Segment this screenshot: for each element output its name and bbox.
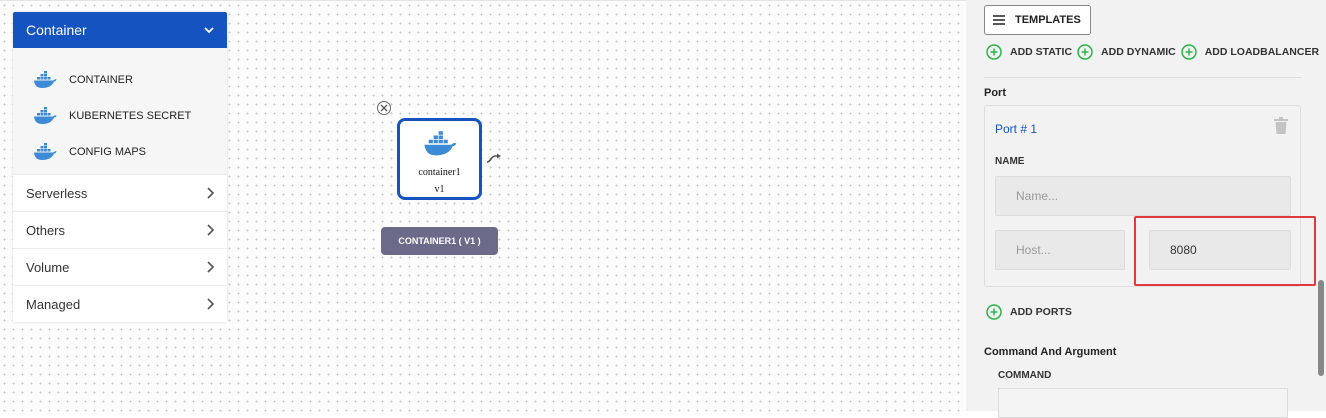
docker-icon: [423, 131, 456, 156]
close-icon: [380, 104, 388, 112]
palette-group-label: Volume: [26, 259, 70, 275]
plus-circle-icon: [986, 304, 1002, 320]
port-name-label: NAME: [995, 156, 1025, 167]
templates-label: TEMPLATES: [1015, 14, 1081, 26]
command-section-title: Command And Argument: [984, 346, 1117, 358]
chevron-right-icon: [207, 224, 215, 236]
chevron-right-icon: [207, 298, 215, 310]
command-label: COMMAND: [998, 370, 1052, 381]
docker-icon: [34, 107, 57, 124]
add-ports-label: ADD PORTS: [1010, 306, 1072, 318]
docker-icon: [34, 71, 57, 88]
add-loadbalancer-label: ADD LOADBALANCER: [1204, 46, 1320, 58]
node-label-badge: CONTAINER1 ( V1 ): [381, 227, 498, 255]
menu-icon: [993, 15, 1005, 25]
node-remove-button[interactable]: [377, 101, 391, 115]
chevron-right-icon: [207, 261, 215, 273]
templates-button[interactable]: TEMPLATES: [984, 5, 1091, 35]
chevron-right-icon: [207, 187, 215, 199]
chevron-down-icon: [203, 24, 215, 36]
palette-item-container[interactable]: CONTAINER: [13, 62, 227, 98]
add-static-label: ADD STATIC: [1010, 46, 1073, 58]
palette-item-label: CONTAINER: [69, 74, 133, 86]
command-input[interactable]: [998, 388, 1288, 418]
palette-item-config-maps[interactable]: CONFIG MAPS: [13, 134, 227, 170]
palette-group-volume[interactable]: Volume: [13, 248, 227, 285]
trash-icon[interactable]: [1274, 117, 1288, 134]
connector-handle-icon[interactable]: [485, 152, 503, 164]
port-card-title: Port # 1: [995, 122, 1038, 136]
add-static-button[interactable]: ADD STATIC: [986, 44, 1072, 60]
add-service-row: ADD STATIC ADD DYNAMIC ADD LOADBALANCER: [986, 44, 1324, 60]
component-palette: Container CONTAINER KUBERNETES SECRET CO…: [13, 12, 227, 322]
palette-group-label: Others: [26, 222, 66, 238]
palette-header-label: Container: [26, 22, 87, 38]
palette-container-items: CONTAINER KUBERNETES SECRET CONFIG MAPS: [13, 48, 227, 174]
node-version: v1: [434, 184, 445, 195]
palette-item-kubernetes-secret[interactable]: KUBERNETES SECRET: [13, 98, 227, 134]
divider: [984, 77, 1301, 78]
port-card: Port # 1 NAME: [984, 105, 1301, 287]
add-dynamic-button[interactable]: ADD DYNAMIC: [1077, 44, 1176, 60]
palette-group-serverless[interactable]: Serverless: [13, 174, 227, 211]
add-dynamic-label: ADD DYNAMIC: [1101, 46, 1176, 58]
port-section-title: Port: [984, 87, 1006, 99]
container-port-input[interactable]: [1149, 230, 1291, 270]
palette-header-container[interactable]: Container: [13, 12, 227, 48]
palette-group-managed[interactable]: Managed: [13, 285, 227, 322]
add-loadbalancer-button[interactable]: ADD LOADBALANCER: [1180, 44, 1320, 60]
palette-item-label: KUBERNETES SECRET: [69, 110, 192, 122]
add-ports-button[interactable]: ADD PORTS: [986, 304, 1072, 320]
palette-group-label: Managed: [26, 296, 81, 312]
node-name: container1: [418, 167, 461, 178]
properties-panel: TEMPLATES ADD STATIC ADD DYNAMIC ADD LOA…: [966, 0, 1326, 418]
plus-circle-icon: [1077, 44, 1093, 60]
port-name-input[interactable]: [995, 176, 1291, 216]
palette-item-label: CONFIG MAPS: [69, 146, 147, 158]
host-port-input[interactable]: [995, 230, 1125, 270]
plus-circle-icon: [986, 44, 1002, 60]
docker-icon: [34, 143, 57, 160]
palette-group-others[interactable]: Others: [13, 211, 227, 248]
panel-scrollbar[interactable]: [1318, 280, 1324, 376]
palette-group-label: Serverless: [26, 185, 88, 201]
plus-circle-icon: [1180, 44, 1197, 60]
container-node[interactable]: container1 v1: [397, 118, 482, 200]
